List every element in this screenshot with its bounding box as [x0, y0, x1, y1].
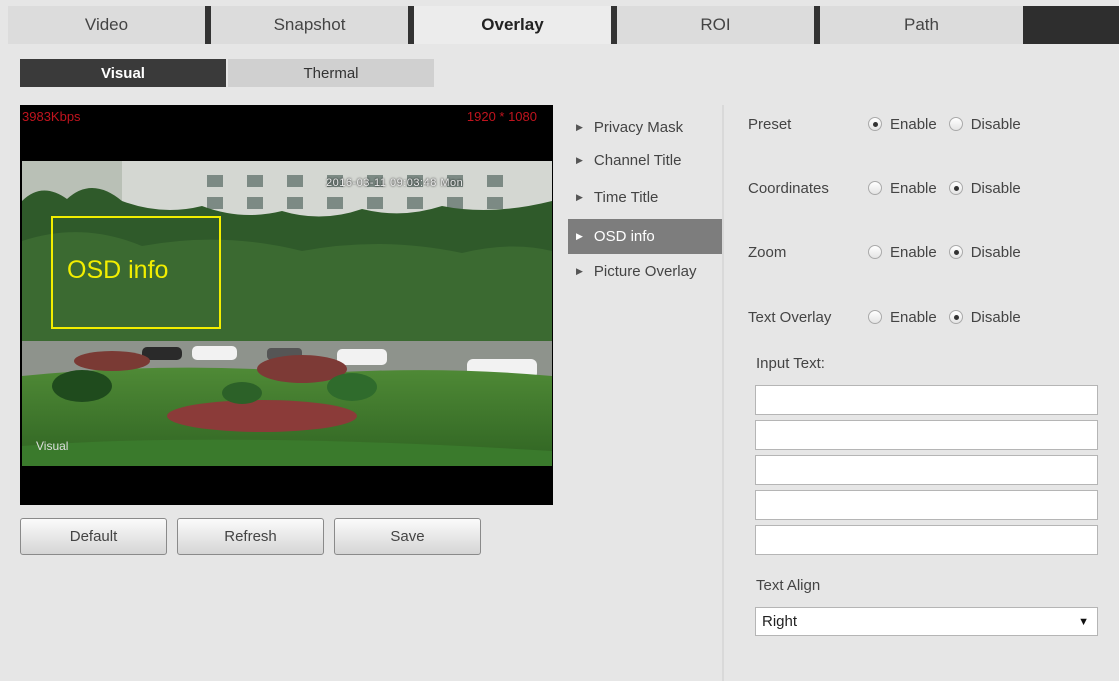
text-align-value: Right — [762, 613, 798, 630]
zoom-disable-radio[interactable]: Disable — [948, 243, 1021, 261]
input-text-label: Input Text: — [756, 355, 825, 372]
radio-label: Enable — [890, 308, 937, 326]
video-preview[interactable]: 3983Kbps 1920 * 1080 2016-03-11 09:03:48… — [20, 105, 553, 505]
menu-item-time-title[interactable]: ▶ Time Title — [568, 180, 722, 215]
text-align-label: Text Align — [756, 577, 821, 594]
zoom-label: Zoom — [748, 243, 787, 261]
save-button[interactable]: Save — [334, 518, 481, 555]
radio-unchecked-icon — [948, 117, 963, 131]
radio-checked-icon — [948, 310, 963, 324]
tab-snapshot[interactable]: Snapshot — [211, 6, 414, 44]
radio-label: Enable — [890, 243, 937, 261]
text-overlay-disable-radio[interactable]: Disable — [948, 308, 1021, 326]
radio-label: Disable — [970, 243, 1021, 261]
triangle-right-icon: ▶ — [576, 192, 583, 202]
radio-label: Disable — [970, 115, 1021, 133]
coordinates-label: Coordinates — [748, 179, 829, 197]
coordinates-enable-radio[interactable]: Enable — [868, 180, 937, 197]
radio-label: Enable — [890, 179, 937, 197]
overlay-text-input-2[interactable] — [755, 420, 1098, 450]
channel-title-overlay: Visual — [36, 439, 69, 453]
zoom-row: Zoom Enable Disable — [748, 241, 1033, 263]
osd-info-region[interactable]: OSD info — [51, 216, 221, 329]
menu-item-label: Time Title — [593, 189, 659, 206]
tab-path[interactable]: Path — [820, 6, 1023, 44]
coordinates-disable-radio[interactable]: Disable — [948, 179, 1021, 197]
triangle-right-icon: ▶ — [576, 122, 583, 132]
default-button[interactable]: Default — [20, 518, 167, 555]
refresh-button[interactable]: Refresh — [177, 518, 324, 555]
tab-video[interactable]: Video — [8, 6, 211, 44]
menu-item-label: Channel Title — [593, 152, 682, 169]
triangle-right-icon: ▶ — [576, 266, 583, 276]
tab-visual[interactable]: Visual — [20, 59, 226, 87]
overlay-text-input-3[interactable] — [755, 455, 1098, 485]
radio-label: Disable — [970, 179, 1021, 197]
preset-disable-radio[interactable]: Disable — [948, 115, 1021, 133]
radio-label: Enable — [890, 115, 937, 133]
main-tab-bar: Video Snapshot Overlay ROI Path — [8, 6, 1119, 44]
action-buttons: Default Refresh Save — [20, 518, 481, 555]
overlay-text-input-5[interactable] — [755, 525, 1098, 555]
tab-thermal[interactable]: Thermal — [228, 59, 434, 87]
resolution-readout: 1920 * 1080 — [466, 109, 537, 124]
triangle-right-icon: ▶ — [576, 155, 583, 165]
overlay-menu: ▶ Privacy Mask ▶ Channel Title ▶ Time Ti… — [568, 110, 722, 293]
menu-item-label: OSD info — [593, 228, 655, 245]
radio-checked-icon — [868, 117, 882, 131]
time-title-overlay: 2016-03-11 09:03:48 Mon — [326, 177, 464, 189]
channel-tab-bar: Visual Thermal — [20, 59, 434, 87]
triangle-right-icon: ▶ — [576, 231, 583, 241]
preset-row: Preset Enable Disable — [748, 113, 1033, 135]
overlay-text-input-4[interactable] — [755, 490, 1098, 520]
radio-unchecked-icon — [868, 181, 882, 195]
text-overlay-enable-radio[interactable]: Enable — [868, 309, 937, 326]
tab-bar-filler — [1023, 6, 1119, 44]
menu-item-picture-overlay[interactable]: ▶ Picture Overlay — [568, 254, 722, 289]
menu-item-privacy-mask[interactable]: ▶ Privacy Mask — [568, 110, 722, 145]
text-align-select[interactable]: Right ▼ — [755, 607, 1098, 636]
menu-item-channel-title[interactable]: ▶ Channel Title — [568, 143, 722, 178]
radio-unchecked-icon — [868, 245, 882, 259]
menu-item-osd-info[interactable]: ▶ OSD info — [568, 219, 722, 254]
radio-checked-icon — [948, 245, 963, 259]
text-overlay-row: Text Overlay Enable Disable — [748, 306, 1033, 328]
zoom-enable-radio[interactable]: Enable — [868, 244, 937, 261]
menu-item-label: Privacy Mask — [593, 119, 684, 136]
bitrate-readout: 3983Kbps — [22, 109, 81, 124]
radio-checked-icon — [948, 181, 963, 195]
panel-divider — [722, 105, 724, 681]
coordinates-row: Coordinates Enable Disable — [748, 177, 1033, 199]
menu-item-label: Picture Overlay — [593, 263, 697, 280]
radio-label: Disable — [970, 308, 1021, 326]
tab-roi[interactable]: ROI — [617, 6, 820, 44]
tab-overlay[interactable]: Overlay — [414, 6, 617, 44]
radio-unchecked-icon — [868, 310, 882, 324]
osd-info-label: OSD info — [67, 256, 169, 284]
caret-down-icon: ▼ — [1078, 615, 1089, 628]
preset-enable-radio[interactable]: Enable — [868, 116, 937, 133]
preset-label: Preset — [748, 115, 792, 133]
text-overlay-label: Text Overlay — [748, 308, 832, 326]
overlay-text-input-1[interactable] — [755, 385, 1098, 415]
